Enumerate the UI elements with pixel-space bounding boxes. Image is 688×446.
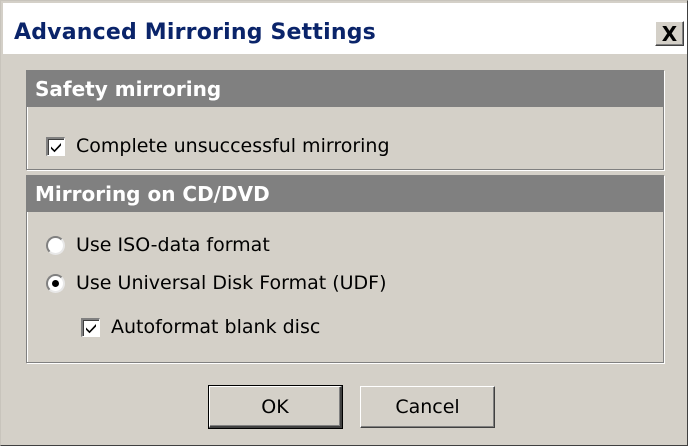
- complete-unsuccessful-option[interactable]: Complete unsuccessful mirroring: [46, 135, 390, 157]
- cd-dvd-mirroring-header: Mirroring on CD/DVD: [27, 176, 663, 212]
- close-icon: X: [661, 21, 678, 46]
- iso-format-label: Use ISO-data format: [76, 234, 270, 256]
- complete-unsuccessful-checkbox[interactable]: [46, 136, 65, 156]
- autoformat-label: Autoformat blank disc: [111, 316, 321, 338]
- complete-unsuccessful-label: Complete unsuccessful mirroring: [76, 135, 390, 157]
- checkmark-icon: [86, 323, 96, 333]
- close-button[interactable]: X: [655, 21, 684, 46]
- udf-format-option[interactable]: Use Universal Disk Format (UDF): [46, 272, 387, 294]
- cancel-button[interactable]: Cancel: [360, 386, 495, 428]
- title-bar: Advanced Mirroring Settings X: [3, 3, 687, 54]
- udf-format-radio[interactable]: [46, 273, 65, 293]
- checkmark-icon: [51, 142, 61, 152]
- iso-format-radio[interactable]: [46, 235, 65, 255]
- cd-dvd-mirroring-group: Mirroring on CD/DVD Use ISO-data format …: [26, 175, 664, 363]
- radio-selected-dot: [52, 279, 59, 287]
- advanced-mirroring-dialog: Advanced Mirroring Settings X Safety mir…: [0, 0, 688, 446]
- ok-button[interactable]: OK: [208, 385, 343, 429]
- autoformat-checkbox[interactable]: [81, 317, 100, 337]
- autoformat-option[interactable]: Autoformat blank disc: [81, 316, 320, 338]
- iso-format-option[interactable]: Use ISO-data format: [46, 234, 270, 256]
- udf-format-label: Use Universal Disk Format (UDF): [76, 272, 387, 294]
- safety-mirroring-header: Safety mirroring: [27, 71, 663, 107]
- dialog-title: Advanced Mirroring Settings: [14, 20, 376, 45]
- safety-mirroring-group: Safety mirroring Complete unsuccessful m…: [26, 70, 664, 170]
